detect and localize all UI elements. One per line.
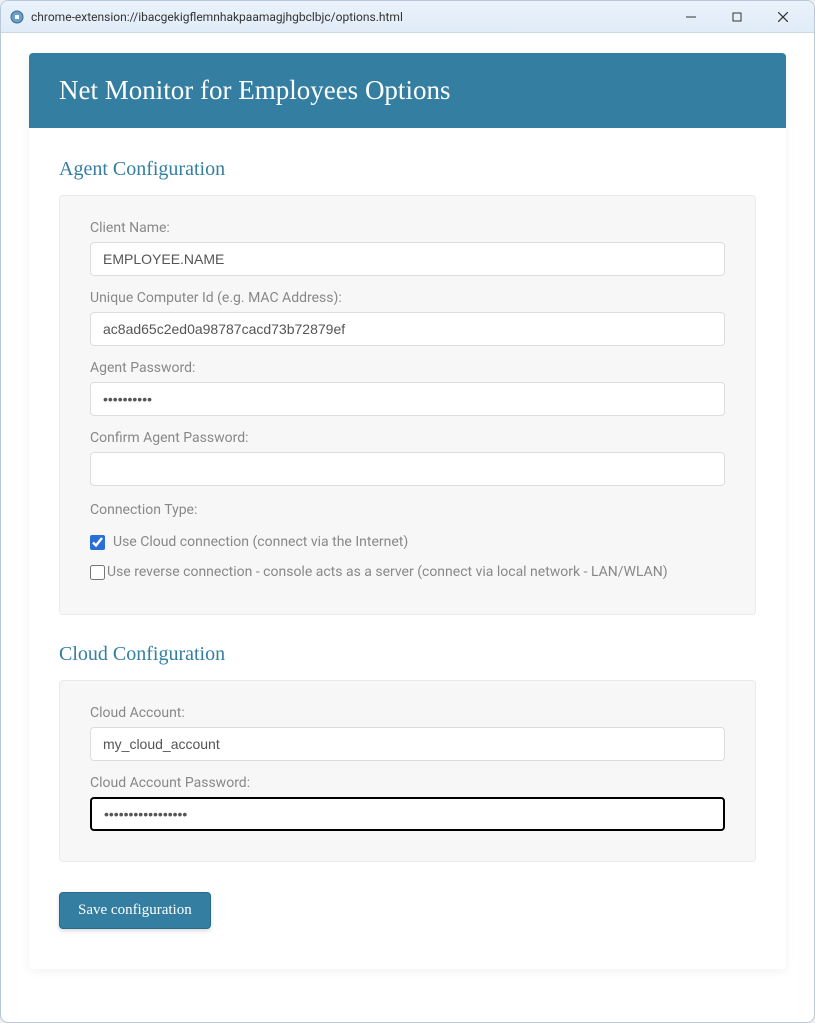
maximize-button[interactable] — [714, 2, 760, 32]
cloud-password-input[interactable] — [90, 797, 725, 831]
agent-password-input[interactable] — [90, 382, 725, 416]
agent-password-label: Agent Password: — [90, 360, 725, 376]
client-name-input[interactable] — [90, 242, 725, 276]
close-button[interactable] — [760, 2, 806, 32]
options-card: Net Monitor for Employees Options Agent … — [29, 53, 786, 969]
cloud-connection-row: Use Cloud connection (connect via the In… — [90, 534, 725, 550]
content-area: Net Monitor for Employees Options Agent … — [1, 33, 814, 1022]
cloud-connection-label: Use Cloud connection (connect via the In… — [113, 534, 408, 550]
page-title: Net Monitor for Employees Options — [29, 53, 786, 128]
cloud-password-label: Cloud Account Password: — [90, 775, 725, 791]
reverse-connection-label: Use reverse connection - console acts as… — [107, 564, 668, 580]
cloud-section: Cloud Account: Cloud Account Password: — [59, 680, 756, 862]
confirm-password-label: Confirm Agent Password: — [90, 430, 725, 446]
cloud-account-input[interactable] — [90, 727, 725, 761]
save-row: Save configuration — [59, 892, 756, 929]
minimize-button[interactable] — [668, 2, 714, 32]
cloud-connection-checkbox[interactable] — [90, 535, 105, 550]
reverse-connection-row: Use reverse connection - console acts as… — [90, 564, 725, 580]
reverse-connection-checkbox[interactable] — [90, 565, 105, 580]
cloud-section-title: Cloud Configuration — [59, 643, 756, 666]
confirm-password-input[interactable] — [90, 452, 725, 486]
computer-id-label: Unique Computer Id (e.g. MAC Address): — [90, 290, 725, 306]
window-controls — [668, 2, 806, 32]
computer-id-input[interactable] — [90, 312, 725, 346]
app-window: chrome-extension://ibacgekigflemnhakpaam… — [0, 0, 815, 1023]
cloud-account-label: Cloud Account: — [90, 705, 725, 721]
agent-section: Client Name: Unique Computer Id (e.g. MA… — [59, 195, 756, 615]
titlebar: chrome-extension://ibacgekigflemnhakpaam… — [1, 1, 814, 33]
save-button[interactable]: Save configuration — [59, 892, 211, 929]
client-name-label: Client Name: — [90, 220, 725, 236]
card-body: Agent Configuration Client Name: Unique … — [29, 128, 786, 969]
connection-type-label: Connection Type: — [90, 502, 725, 518]
agent-section-title: Agent Configuration — [59, 158, 756, 181]
window-title: chrome-extension://ibacgekigflemnhakpaam… — [31, 10, 668, 24]
app-icon — [9, 9, 25, 25]
